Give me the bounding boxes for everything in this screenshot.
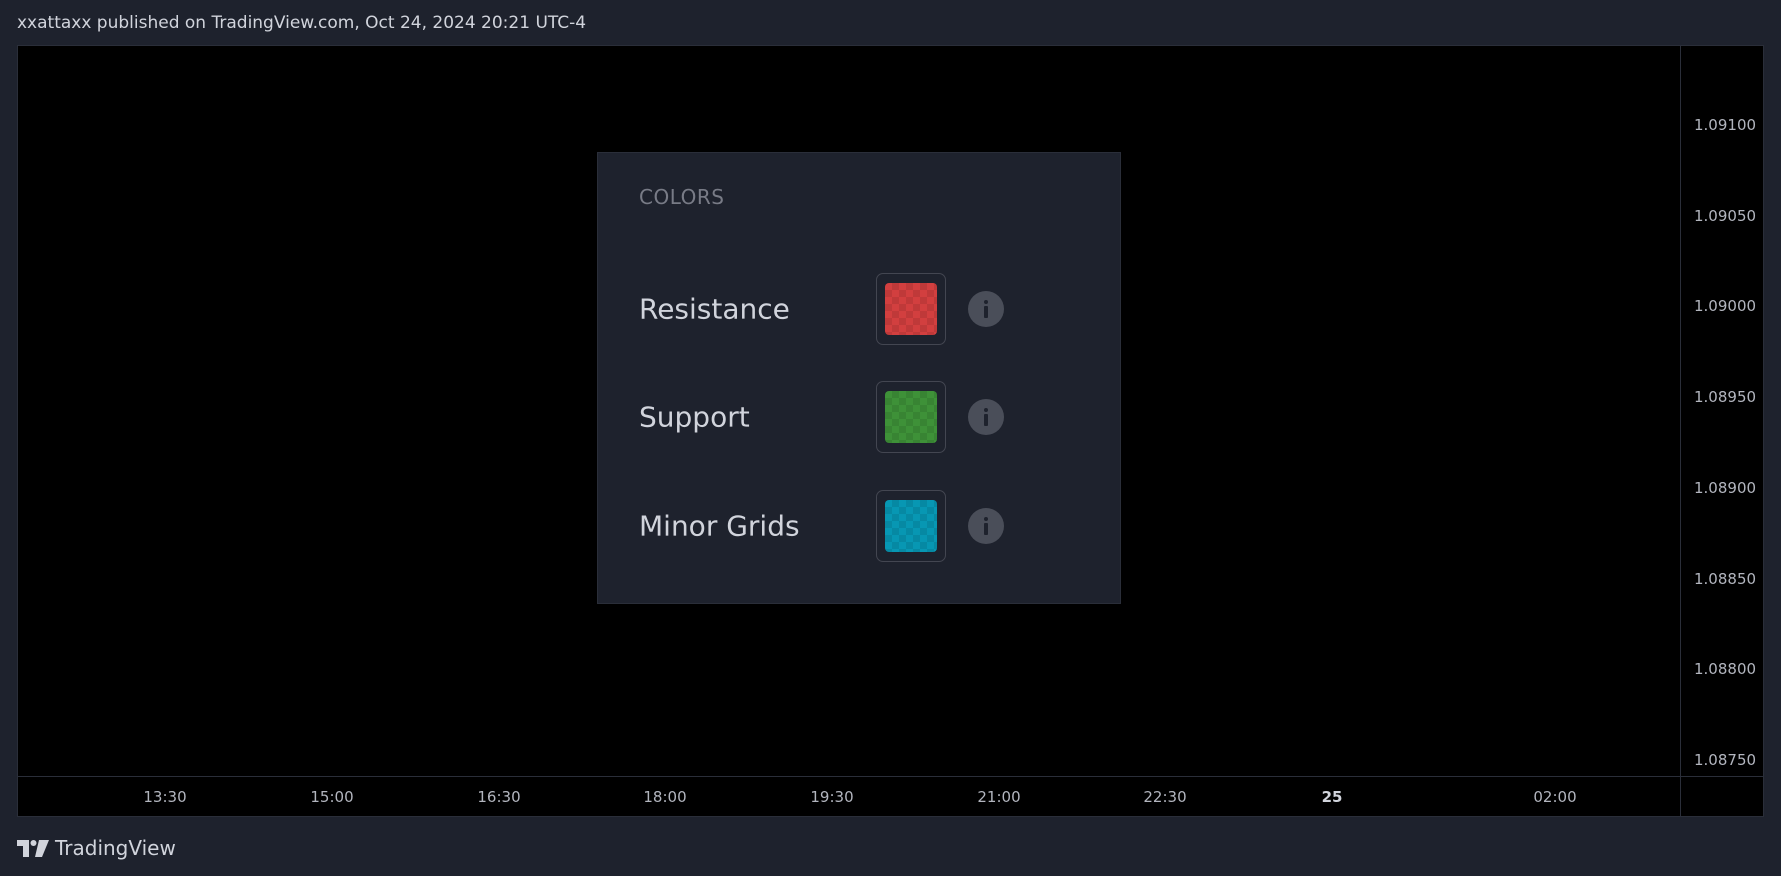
color-row-label: Resistance — [639, 292, 790, 326]
tradingview-logo-icon — [17, 839, 49, 857]
time-label: 15:00 — [310, 788, 354, 806]
support-color-swatch — [885, 391, 937, 443]
time-label: 19:30 — [810, 788, 854, 806]
price-label: 1.09050 — [1694, 207, 1757, 225]
time-label: 02:00 — [1533, 788, 1577, 806]
color-row-resistance: Resistance — [598, 272, 1120, 346]
time-label: 21:00 — [977, 788, 1021, 806]
price-label: 1.08750 — [1694, 751, 1757, 769]
color-row-label: Minor Grids — [639, 509, 800, 543]
price-axis[interactable]: 1.09100 1.09050 1.09000 1.08950 1.08900 … — [1680, 46, 1764, 776]
price-label: 1.08800 — [1694, 660, 1757, 678]
tradingview-logo[interactable]: TradingView — [17, 836, 176, 860]
info-icon[interactable] — [968, 508, 1004, 544]
minor-grids-color-swatch — [885, 500, 937, 552]
resistance-color-button[interactable] — [876, 273, 946, 345]
color-row-minor-grids: Minor Grids — [598, 489, 1120, 563]
price-label: 1.09000 — [1694, 297, 1757, 315]
info-icon[interactable] — [968, 291, 1004, 327]
minor-grids-color-button[interactable] — [876, 490, 946, 562]
resistance-color-swatch — [885, 283, 937, 335]
time-axis[interactable]: 13:30 15:00 16:30 18:00 19:30 21:00 22:3… — [18, 776, 1680, 817]
support-color-button[interactable] — [876, 381, 946, 453]
price-label: 1.09100 — [1694, 116, 1757, 134]
time-label: 22:30 — [1143, 788, 1187, 806]
color-row-label: Support — [639, 400, 750, 434]
color-row-support: Support — [598, 380, 1120, 454]
colors-settings-panel: COLORS Resistance Support Minor Grids — [597, 152, 1121, 604]
time-label: 18:00 — [643, 788, 687, 806]
time-label: 16:30 — [477, 788, 521, 806]
price-label: 1.08900 — [1694, 479, 1757, 497]
section-title: COLORS — [639, 185, 725, 209]
time-label: 13:30 — [143, 788, 187, 806]
axis-corner — [1680, 776, 1764, 817]
price-label: 1.08850 — [1694, 570, 1757, 588]
info-icon[interactable] — [968, 399, 1004, 435]
brand-name: TradingView — [55, 836, 176, 860]
price-label: 1.08950 — [1694, 388, 1757, 406]
publish-info: xxattaxx published on TradingView.com, O… — [17, 13, 587, 33]
time-label-day: 25 — [1321, 788, 1343, 806]
